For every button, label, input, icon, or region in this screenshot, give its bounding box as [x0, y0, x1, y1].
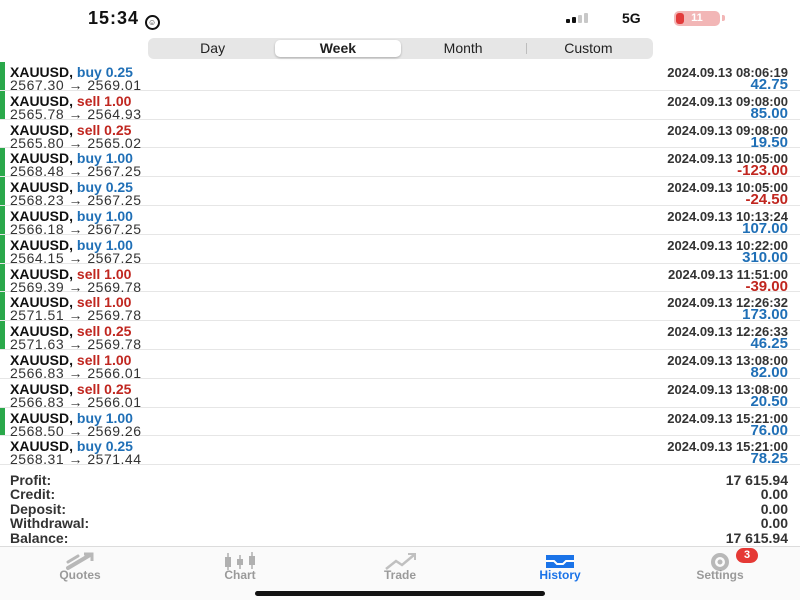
summary-value: 17 615.94	[725, 529, 788, 546]
status-time: 15:34 ☺	[88, 8, 161, 30]
trade-history-list: XAUUSD, buy 0.25 2567.30 → 2569.01 2024.09…	[0, 62, 800, 468]
tab-day[interactable]: Day	[150, 40, 275, 57]
trade-row[interactable]: XAUUSD, sell 1.00 2565.78 → 2564.93 2024.0…	[0, 90, 800, 122]
trade-row[interactable]: XAUUSD, sell 1.00 2569.39 → 2569.78 2024.0…	[0, 263, 800, 295]
tab-settings[interactable]: 3 Settings	[640, 547, 800, 600]
open-price: 2568.31	[10, 451, 65, 468]
tab-custom[interactable]: Custom	[525, 40, 651, 57]
trade-row[interactable]: XAUUSD, buy 0.25 2567.30 → 2569.01 2024.09…	[0, 62, 800, 93]
summary-row: Credit: 0.00	[0, 486, 800, 502]
tab-month[interactable]: Month	[401, 40, 526, 57]
tab-quotes-label: Quotes	[59, 568, 101, 582]
trade-row[interactable]: XAUUSD, sell 0.25 2565.80 → 2565.02 2024.0…	[0, 120, 800, 151]
trade-row[interactable]: XAUUSD, buy 1.00 2566.18 → 2567.25 2024.09…	[0, 205, 800, 237]
period-selector: Day Week Month Custom	[148, 38, 653, 59]
summary-row: Withdrawal: 0.00	[0, 515, 800, 531]
tab-week[interactable]: Week	[275, 40, 401, 57]
trade-row[interactable]: XAUUSD, sell 0.25 2566.83 → 2566.01 2024.0…	[0, 379, 800, 410]
tab-chart-label: Chart	[224, 568, 256, 582]
battery-icon: 11	[674, 11, 720, 26]
tab-quotes[interactable]: Quotes	[0, 547, 160, 600]
trade-row[interactable]: XAUUSD, sell 1.00 2566.83 → 2566.01 2024.0…	[0, 350, 800, 381]
trade-row[interactable]: XAUUSD, buy 1.00 2564.15 → 2567.25 2024.09…	[0, 234, 800, 266]
summary-row: Balance: 17 615.94	[0, 529, 800, 546]
network-type: 5G	[622, 10, 641, 26]
trade-prices: 2568.31 → 2571.44	[10, 451, 142, 467]
status-bar: 15:34 ☺ 5G 11	[0, 0, 800, 36]
trade-row[interactable]: XAUUSD, sell 1.00 2571.51 → 2569.78 2024.0…	[0, 292, 800, 323]
tab-trade-label: Trade	[383, 568, 416, 582]
tab-history-label: History	[539, 568, 581, 582]
trade-row[interactable]: XAUUSD, buy 0.25 2568.23 → 2567.25 2024.09…	[0, 177, 800, 208]
trade-row[interactable]: XAUUSD, buy 0.25 2568.31 → 2571.44 2024.09…	[0, 436, 800, 468]
account-summary: Profit: 17 615.94 Credit: 0.00 Deposit: 0.00 W…	[0, 472, 800, 546]
arrow-icon: →	[68, 451, 83, 468]
trade-row[interactable]: XAUUSD, buy 1.00 2568.48 → 2567.25 2024.09…	[0, 148, 800, 179]
summary-row: Deposit: 0.00	[0, 501, 800, 517]
home-indicator	[255, 591, 545, 596]
trade-profit: 78.25	[750, 450, 788, 468]
trade-row[interactable]: XAUUSD, buy 1.00 2568.50 → 2569.26 2024.09…	[0, 407, 800, 439]
battery-tip	[722, 15, 725, 21]
focus-icon: ☺	[145, 15, 161, 30]
tab-settings-label: Settings	[696, 568, 744, 582]
trade-row[interactable]: XAUUSD, sell 0.25 2571.63 → 2569.78 2024.0…	[0, 321, 800, 352]
close-price: 2571.44	[87, 451, 142, 468]
battery-level: 11	[691, 12, 703, 24]
signal-icon	[566, 13, 588, 23]
summary-label: Balance:	[10, 529, 69, 546]
summary-row: Profit: 17 615.94	[0, 472, 800, 488]
settings-badge: 3	[736, 548, 758, 563]
